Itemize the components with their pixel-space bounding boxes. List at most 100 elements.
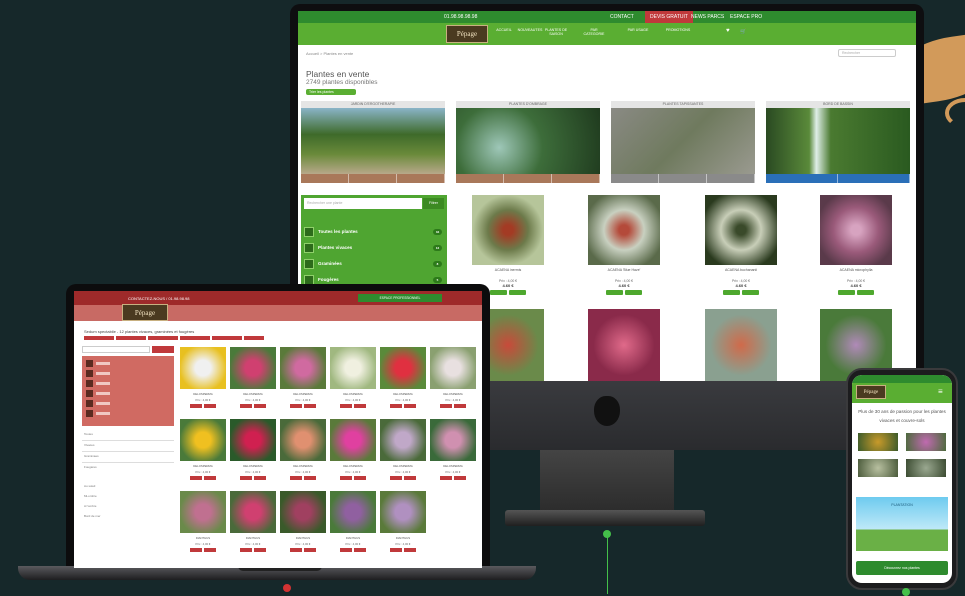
phone-product-image[interactable] (906, 459, 946, 477)
add-to-cart-button[interactable] (490, 290, 507, 295)
laptop-product-card[interactable]: DELOSPERMA Prix : 4,00 € (280, 419, 326, 489)
nav-item-1[interactable]: ACCUEIL (490, 28, 518, 32)
phone-product-image[interactable] (858, 459, 898, 477)
laptop-search-button[interactable] (152, 346, 174, 353)
laptop-add-button[interactable] (290, 404, 302, 408)
laptop-details-button[interactable] (254, 548, 266, 552)
laptop-details-button[interactable] (204, 548, 216, 552)
laptop-product-card[interactable]: DELOSPERMA Prix : 4,00 € (330, 347, 376, 417)
laptop-pro-button[interactable]: ESPACE PROFESSIONNEL (358, 294, 442, 302)
product-image[interactable] (705, 309, 777, 381)
phone-logo[interactable]: Pépage (856, 385, 886, 399)
product-image[interactable] (588, 309, 660, 381)
laptop-option[interactable]: Au soleil (84, 484, 95, 488)
nav-item-5[interactable]: PAR USAGE (624, 28, 652, 32)
laptop-details-button[interactable] (354, 476, 366, 480)
laptop-add-button[interactable] (240, 476, 252, 480)
laptop-add-button[interactable] (190, 548, 202, 552)
laptop-option[interactable]: Mi-ombre (84, 494, 97, 498)
laptop-option[interactable]: A l'ombre (84, 504, 96, 508)
laptop-add-button[interactable] (340, 548, 352, 552)
laptop-filter-label[interactable]: Graminées (84, 454, 99, 458)
category-card[interactable]: PLANTES TAPISSANTES (611, 101, 755, 189)
laptop-product-card[interactable]: DIANTHUS Prix : 4,00 € (280, 491, 326, 561)
product-card[interactable]: ACAENA buchananii Prix : 4,00 € 4.60 € (705, 195, 777, 295)
laptop-add-button[interactable] (290, 548, 302, 552)
product-card[interactable]: ACAENA 'Blue Haze' Prix : 4,00 € 4.60 € (588, 195, 660, 295)
laptop-logo[interactable]: Pépage (122, 304, 168, 321)
nav-item-6[interactable]: PROMOTIONS (664, 28, 692, 32)
news-link[interactable]: NEWS PARCS (691, 11, 724, 23)
laptop-product-card[interactable]: DELOSPERMA Prix : 4,00 € (280, 347, 326, 417)
laptop-product-card[interactable]: DIANTHUS Prix : 4,00 € (180, 491, 226, 561)
laptop-filter-label[interactable]: Vivaces (84, 443, 94, 447)
laptop-add-button[interactable] (240, 548, 252, 552)
laptop-details-button[interactable] (454, 476, 466, 480)
laptop-details-button[interactable] (304, 548, 316, 552)
laptop-details-button[interactable] (354, 404, 366, 408)
site-logo[interactable]: Pépage (446, 25, 488, 43)
details-button[interactable] (625, 290, 642, 295)
category-card[interactable]: BORD DE BASSIN (766, 101, 910, 189)
phone-cta-button[interactable]: Découvrez nos plantes (856, 561, 948, 575)
cart-icon[interactable]: 🛒 (740, 29, 746, 35)
nav-item-2[interactable]: NOUVEAUTES (516, 28, 544, 32)
laptop-add-button[interactable] (390, 404, 402, 408)
laptop-details-button[interactable] (304, 404, 316, 408)
devis-link[interactable]: DEVIS GRATUIT (645, 11, 693, 23)
phone-product-image[interactable] (906, 433, 946, 451)
laptop-add-button[interactable] (340, 476, 352, 480)
laptop-details-button[interactable] (404, 548, 416, 552)
laptop-filter-item[interactable] (86, 410, 168, 418)
laptop-product-card[interactable]: DELOSPERMA Prix : 4,00 € (430, 419, 476, 489)
heart-icon[interactable]: ♥ (726, 28, 730, 34)
laptop-add-button[interactable] (190, 404, 202, 408)
add-to-cart-button[interactable] (606, 290, 623, 295)
filter-search-input[interactable]: Rechercher une plante (304, 198, 422, 209)
laptop-product-card[interactable]: DELOSPERMA Prix : 4,00 € (230, 347, 276, 417)
product-card[interactable]: ACAENA microphylla Prix : 4,00 € 4.60 € (820, 195, 892, 295)
details-button[interactable] (509, 290, 526, 295)
laptop-add-button[interactable] (190, 476, 202, 480)
laptop-details-button[interactable] (254, 476, 266, 480)
laptop-filter-item[interactable] (86, 380, 168, 388)
category-card[interactable]: JARDIN D'ERGOTHERAPIE (301, 101, 445, 189)
laptop-option[interactable]: Bord de mer (84, 514, 101, 518)
pro-link[interactable]: ESPACE PRO (730, 11, 762, 23)
phone-link[interactable]: 01.98.98.98.98 (444, 11, 477, 23)
laptop-product-card[interactable]: DELOSPERMA Prix : 4,00 € (230, 419, 276, 489)
laptop-details-button[interactable] (204, 404, 216, 408)
laptop-details-button[interactable] (354, 548, 366, 552)
filter-item[interactable]: Graminées 8 (304, 257, 444, 271)
laptop-details-button[interactable] (304, 476, 316, 480)
search-input[interactable]: Rechercher (838, 49, 896, 57)
nav-item-3[interactable]: PLANTES DE SAISON (542, 28, 570, 36)
nav-item-4[interactable]: PAR CATEGORIE (580, 28, 608, 36)
laptop-add-button[interactable] (390, 476, 402, 480)
laptop-add-button[interactable] (440, 476, 452, 480)
laptop-product-card[interactable]: DELOSPERMA Prix : 4,00 € (430, 347, 476, 417)
laptop-filter-label[interactable]: Toutes (84, 432, 93, 436)
laptop-details-button[interactable] (404, 404, 416, 408)
product-card[interactable]: ACAENA inermis Prix : 4,00 € 4.60 € (472, 195, 544, 295)
filter-item[interactable]: Plantes vivaces 12 (304, 241, 444, 255)
laptop-add-button[interactable] (390, 548, 402, 552)
laptop-details-button[interactable] (254, 404, 266, 408)
laptop-product-card[interactable]: DELOSPERMA Prix : 4,00 € (330, 419, 376, 489)
laptop-filter-item[interactable] (86, 370, 168, 378)
filter-item[interactable]: Toutes les plantes 34 (304, 225, 444, 239)
laptop-product-card[interactable]: DELOSPERMA Prix : 4,00 € (180, 419, 226, 489)
laptop-filter-item[interactable] (86, 390, 168, 398)
laptop-add-button[interactable] (340, 404, 352, 408)
contact-link[interactable]: CONTACT (610, 11, 634, 23)
laptop-contact-link[interactable]: CONTACTEZ-NOUS / 01.98.98.98 (128, 296, 190, 301)
laptop-details-button[interactable] (204, 476, 216, 480)
laptop-add-button[interactable] (290, 476, 302, 480)
sort-badge[interactable]: Trier les plantes (306, 89, 356, 95)
details-button[interactable] (857, 290, 874, 295)
laptop-product-card[interactable]: DELOSPERMA Prix : 4,00 € (180, 347, 226, 417)
details-button[interactable] (742, 290, 759, 295)
laptop-filter-item[interactable] (86, 360, 168, 368)
laptop-filter-label[interactable]: Fougères (84, 465, 97, 469)
laptop-details-button[interactable] (404, 476, 416, 480)
